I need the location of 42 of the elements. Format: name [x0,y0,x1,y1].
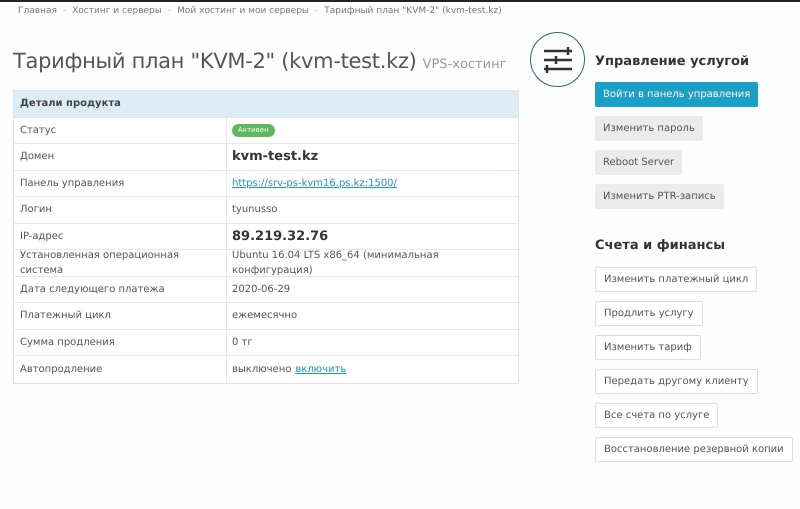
row-value: 0 тг [232,336,253,350]
section-heading: Управление услугой [595,53,750,71]
enable-link[interactable]: включить [295,362,346,377]
row-label: Автопродление [20,362,102,377]
action-button[interactable]: Передать другому клиенту [595,369,758,394]
breadcrumb-separator: - [315,5,318,18]
page-title: Тарифный план "KVM-2" (kvm-test.kz) [13,48,417,75]
row-label: Сумма продления [20,336,115,350]
breadcrumb-link[interactable]: Главная [18,5,57,19]
breadcrumb-separator: - [62,5,66,18]
action-button[interactable]: Восстановление резервной копии [595,437,793,462]
row-value: выключено [232,362,292,377]
action-button[interactable]: Изменить пароль [595,116,703,140]
row-value: Ubuntu 16.04 LTS x86_64 (минимальная конфигурация) [232,248,440,278]
row-label: Платежный цикл [20,309,111,324]
row-value: 2020-06-29 [232,282,290,297]
section-heading: Счета и финансы [595,236,726,254]
row-label: Домен [20,150,54,164]
action-button[interactable]: Reboot Server [595,150,682,174]
breadcrumb-link[interactable]: Тарифный план "KVM-2" (kvm-test.kz) [324,5,502,19]
breadcrumb-link[interactable]: Мой хостинг и мои серверы [177,5,310,19]
action-button[interactable]: Все счета по услуге [595,403,718,428]
row-value: ежемесячно [232,309,298,324]
row-value: 89.219.32.76 [232,228,328,246]
row-label: IP-адрес [20,230,64,244]
action-button[interactable]: Изменить платежный цикл [595,267,758,292]
row-label: Установленная операционная система [20,248,180,278]
panel-link[interactable]: https://srv-ps-kvm16.ps.kz:1500/ [232,176,397,191]
breadcrumb-link[interactable]: Хостинг и серверы [72,5,162,19]
settings-icon [530,32,585,87]
row-label: Панель управления [20,176,124,191]
row-value: tyunusso [232,203,278,218]
row-label: Статус [20,124,56,138]
table-heading: Детали продукта [14,90,518,118]
row-value: kvm-test.kz [232,148,318,166]
action-button[interactable]: Продлить услугу [595,301,703,326]
breadcrumb-separator: - [168,5,172,18]
row-label: Логин [20,203,52,218]
action-button[interactable]: Изменить тариф [595,335,701,360]
page-subtitle: VPS-хостинг [422,56,506,74]
action-button[interactable]: Изменить PTR-запись [595,184,724,208]
row-label: Дата следующего платежа [20,282,165,297]
